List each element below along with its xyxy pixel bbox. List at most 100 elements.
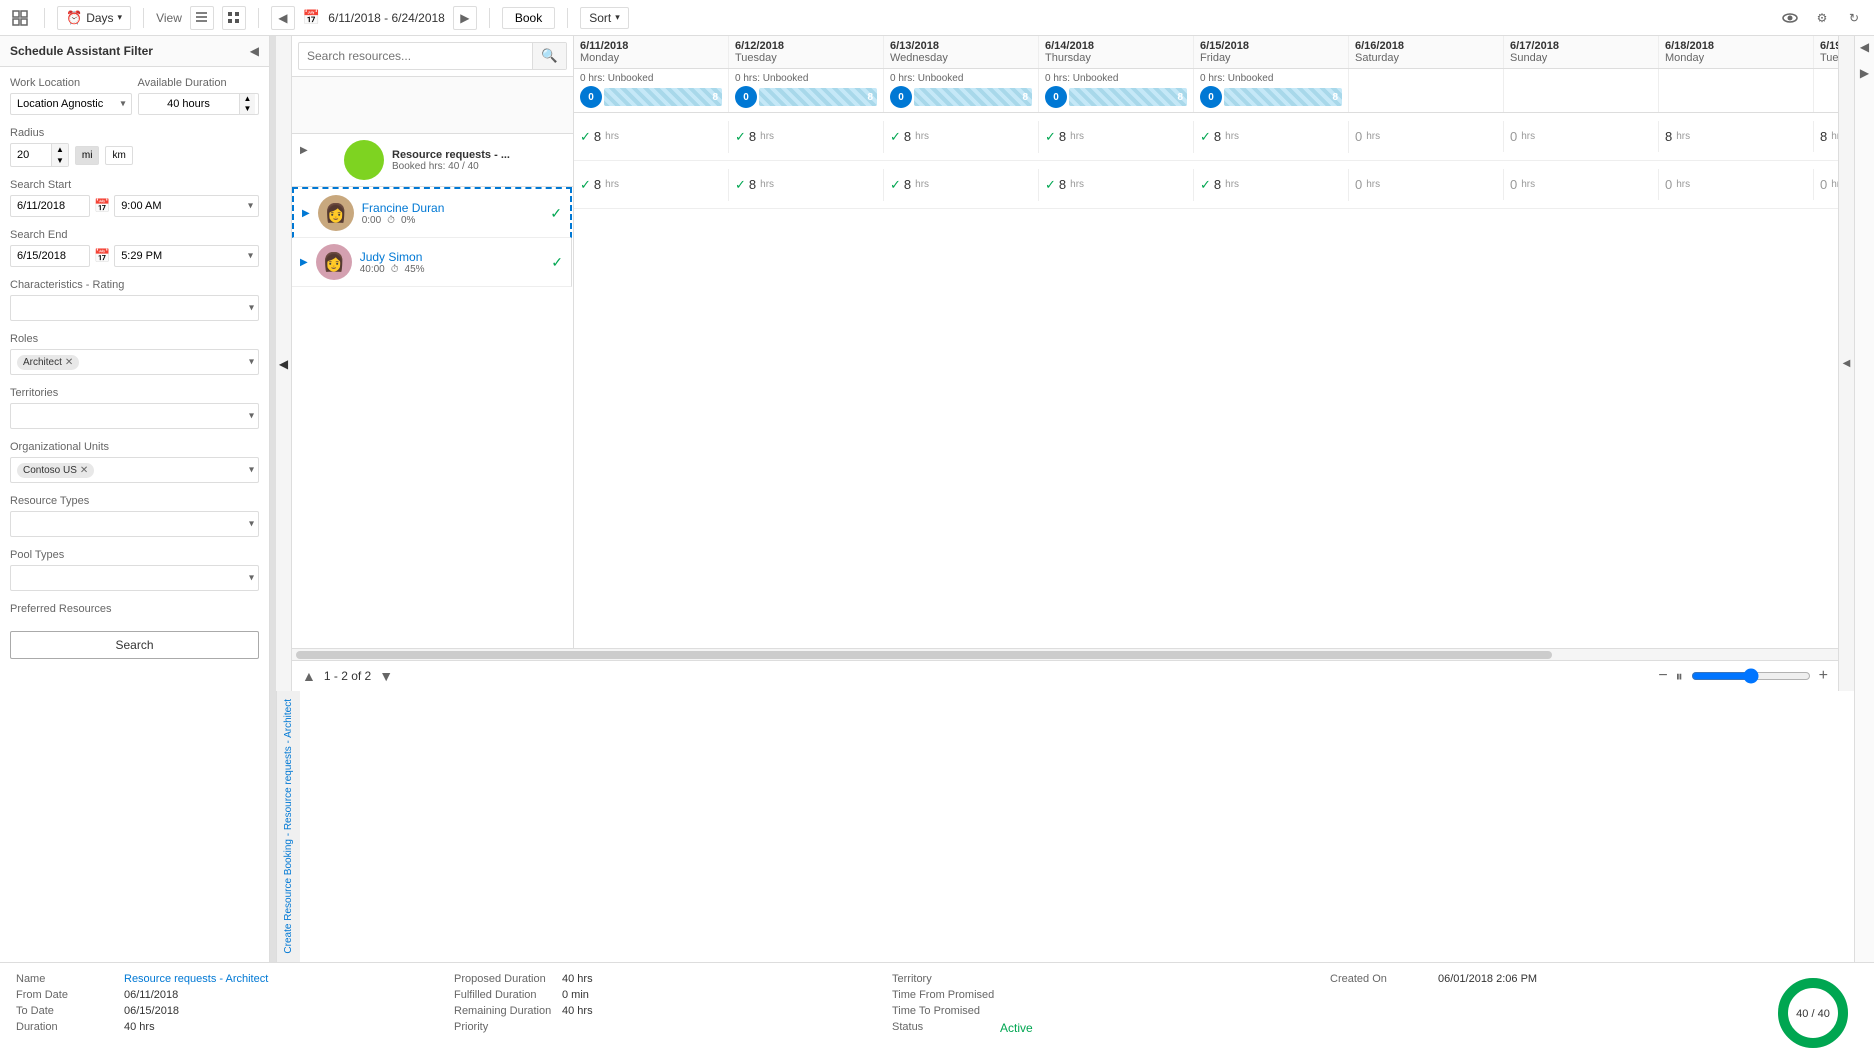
info-row-proposed: Proposed Duration 40 hrs (454, 973, 892, 985)
remaining-value: 40 hrs (562, 1005, 593, 1017)
radius-input-wrapper: ▲ ▼ (10, 143, 69, 167)
judy-cell-7: 0hrs (1504, 169, 1659, 200)
info-row-remaining: Remaining Duration 40 hrs (454, 1005, 892, 1017)
search-button[interactable]: Search (10, 631, 259, 659)
status-value[interactable]: Active (1000, 1021, 1033, 1035)
search-start-group: Search Start 📅 9:00 AM (10, 179, 259, 217)
available-duration-input[interactable]: ▲ ▼ (138, 93, 260, 115)
calendar-start-icon[interactable]: 📅 (94, 198, 110, 214)
roles-group: Roles Architect ✕ ▾ (10, 333, 259, 375)
radius-input[interactable] (11, 145, 51, 165)
page-up-btn[interactable]: ▲ (302, 668, 316, 684)
francine-expand[interactable]: ▶ (302, 208, 310, 219)
fulfilled-label: Fulfilled Duration (454, 989, 554, 1001)
h-scrollbar[interactable] (296, 651, 1552, 659)
side-tab[interactable]: Create Resource Booking - Resource reque… (276, 691, 300, 962)
right-collapse-btn[interactable]: ◀ (1838, 36, 1854, 691)
duration-label: Duration (16, 1021, 116, 1033)
days-button[interactable]: ⏰ Days ▾ (57, 6, 131, 30)
francine-name[interactable]: Francine Duran (362, 201, 543, 215)
prev-btn[interactable]: ◀ (271, 6, 295, 30)
francine-duran-row[interactable]: ▶ 👩 Francine Duran 0:00 ⏱ (292, 187, 572, 238)
right-arrow-down[interactable]: ▶ (1856, 62, 1873, 84)
refresh-icon[interactable]: ↻ (1842, 6, 1866, 30)
grid-view-btn[interactable] (222, 6, 246, 30)
territories-input[interactable]: ▾ (10, 403, 259, 429)
h-scrollbar-area (292, 648, 1838, 660)
judy-cell-5: ✓ 8hrs (1194, 169, 1349, 201)
contoso-us-tag: Contoso US ✕ (17, 463, 94, 478)
req-circle-4: 0 (1045, 86, 1067, 108)
search-input[interactable] (299, 44, 532, 68)
km-btn[interactable]: km (105, 146, 132, 165)
judy-name[interactable]: Judy Simon (360, 250, 544, 264)
name-link[interactable]: Resource requests - Architect (124, 973, 268, 985)
right-arrow-up[interactable]: ◀ (1856, 36, 1873, 58)
miles-btn[interactable]: mi (75, 146, 100, 165)
chevron-down-icon2: ▾ (615, 12, 620, 23)
duration-up[interactable]: ▲ (240, 94, 256, 104)
date-scroll-area: 6/11/2018 Monday 6/12/2018 Tuesday 6/13/… (574, 36, 1838, 648)
clock-icon: ⏱ (387, 215, 395, 226)
search-end-time[interactable]: 5:29 PM (114, 245, 259, 267)
roles-input[interactable]: Architect ✕ ▾ (10, 349, 259, 375)
radius-up[interactable]: ▲ (52, 144, 68, 155)
contoso-us-tag-remove[interactable]: ✕ (80, 465, 88, 476)
eye-icon[interactable] (1778, 6, 1802, 30)
req-bar-1: 8 (604, 88, 722, 106)
search-start-date[interactable] (10, 195, 90, 217)
characteristics-group: Characteristics - Rating ▾ (10, 279, 259, 321)
search-start-time[interactable]: 9:00 AM (114, 195, 259, 217)
date-6-12: 6/12/2018 Tuesday (729, 36, 884, 68)
info-row-fulfilled: Fulfilled Duration 0 min (454, 989, 892, 1001)
work-location-select[interactable]: Location Agnostic (10, 93, 132, 115)
book-button[interactable]: Book (502, 7, 555, 29)
filter-panel-header: Schedule Assistant Filter ◀ (0, 36, 269, 67)
req-bar-3: 8 (914, 88, 1032, 106)
grid-icon[interactable] (8, 6, 32, 30)
list-view-btn[interactable] (190, 6, 214, 30)
left-collapse-btn[interactable]: ◀ (276, 36, 292, 691)
calendar-end-icon[interactable]: 📅 (94, 248, 110, 264)
radius-down[interactable]: ▼ (52, 155, 68, 166)
req-circle-3: 0 (890, 86, 912, 108)
radius-group: Radius ▲ ▼ mi km (10, 127, 259, 167)
francine-avatar: 👩 (318, 195, 354, 231)
pause-btn[interactable]: ⏸ (1676, 668, 1683, 685)
zoom-out-btn[interactable]: − (1658, 667, 1667, 685)
org-units-group: Organizational Units Contoso US ✕ ▾ (10, 441, 259, 483)
fulfilled-value: 0 min (562, 989, 589, 1001)
duration-down[interactable]: ▼ (240, 104, 256, 114)
resource-types-group: Resource Types ▾ (10, 495, 259, 537)
territories-arrow: ▾ (249, 411, 254, 422)
req-bar-4: 8 (1069, 88, 1187, 106)
zoom-slider[interactable] (1691, 668, 1811, 684)
work-location-group: Work Location Location Agnostic Availabl… (10, 77, 259, 115)
info-row-to: To Date 06/15/2018 (16, 1005, 454, 1017)
resource-types-input[interactable]: ▾ (10, 511, 259, 537)
req-cell-2: 0 hrs: Unbooked 0 8 (729, 69, 884, 112)
info-row-name: Name Resource requests - Architect (16, 973, 454, 985)
search-end-date[interactable] (10, 245, 90, 267)
pool-types-group: Pool Types ▾ (10, 549, 259, 591)
org-units-input[interactable]: Contoso US ✕ ▾ (10, 457, 259, 483)
proposed-label: Proposed Duration (454, 973, 554, 985)
characteristics-input[interactable]: ▾ (10, 295, 259, 321)
next-btn[interactable]: ▶ (453, 6, 477, 30)
duration-field[interactable] (139, 94, 239, 114)
page-down-btn[interactable]: ▼ (379, 668, 393, 684)
search-go-button[interactable]: 🔍 (532, 43, 566, 69)
separator (44, 8, 45, 28)
zoom-in-btn[interactable]: + (1819, 667, 1828, 685)
sort-button[interactable]: Sort ▾ (580, 7, 629, 29)
judy-simon-row[interactable]: ▶ 👩 Judy Simon 40:00 ⏱ (292, 238, 572, 287)
architect-tag-remove[interactable]: ✕ (65, 357, 73, 368)
donut-chart: 40 / 40 (1773, 973, 1853, 1053)
collapse-icon[interactable]: ◀ (250, 44, 259, 58)
pool-types-arrow: ▾ (249, 573, 254, 584)
name-label: Name (16, 973, 116, 985)
pool-types-input[interactable]: ▾ (10, 565, 259, 591)
francine-avail-row: ✓ 8hrs ✓ 8hrs ✓ 8hrs (574, 113, 1838, 161)
settings-icon[interactable]: ⚙ (1810, 6, 1834, 30)
judy-expand[interactable]: ▶ (300, 257, 308, 268)
